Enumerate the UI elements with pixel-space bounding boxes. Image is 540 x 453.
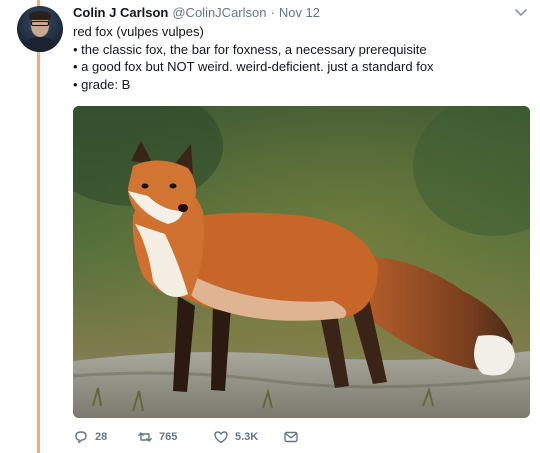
direct-message-icon bbox=[284, 431, 298, 443]
reply-count: 28 bbox=[95, 431, 108, 443]
reply-button[interactable]: 28 bbox=[73, 429, 137, 445]
avatar[interactable] bbox=[17, 6, 63, 52]
tweet-header: Colin J Carlson @ColinJCarlson · Nov 12 bbox=[73, 5, 320, 23]
retweet-count: 765 bbox=[159, 431, 178, 443]
like-count: 5.3K bbox=[235, 431, 259, 443]
author-name[interactable]: Colin J Carlson bbox=[73, 5, 168, 20]
tweet-actions: 28 765 5.3K bbox=[73, 428, 299, 446]
retweet-button[interactable]: 765 bbox=[137, 429, 213, 445]
thread-line bbox=[37, 0, 40, 453]
separator-dot: · bbox=[270, 5, 275, 20]
tweet-photo-red-fox[interactable] bbox=[73, 106, 530, 418]
tweet-date[interactable]: Nov 12 bbox=[279, 5, 320, 20]
tweet-line: • a good fox but NOT weird. weird-defici… bbox=[73, 59, 434, 74]
tweet-line: red fox (vulpes vulpes) bbox=[73, 24, 204, 39]
tweet-text: red fox (vulpes vulpes) • the classic fo… bbox=[73, 23, 434, 93]
retweet-icon bbox=[138, 432, 152, 442]
like-icon bbox=[214, 431, 228, 444]
author-handle[interactable]: @ColinJCarlson bbox=[172, 5, 266, 20]
reply-icon bbox=[75, 431, 87, 444]
tweet-line: • grade: B bbox=[73, 76, 131, 92]
tweet-line: • the classic fox, the bar for foxness, … bbox=[73, 41, 427, 57]
like-button[interactable]: 5.3K bbox=[213, 429, 283, 445]
direct-message-button[interactable] bbox=[283, 429, 299, 445]
chevron-down-icon[interactable] bbox=[514, 8, 528, 18]
